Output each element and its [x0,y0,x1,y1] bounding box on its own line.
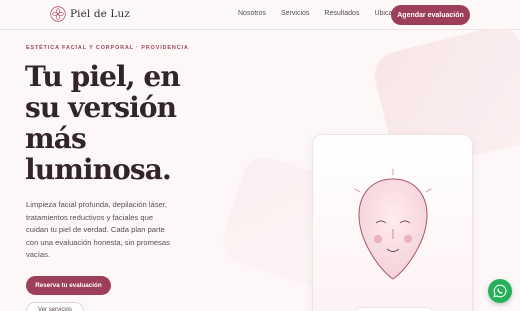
whatsapp-button[interactable] [488,279,512,303]
nav-item-resultados[interactable]: Resultados [324,10,359,17]
book-evaluation-button[interactable]: Reserva tu evaluación [26,276,111,295]
title-line: Tu piel, en [25,60,181,93]
nav-item-nosotros[interactable]: Nosotros [238,10,266,17]
top-navbar: Piel de Luz Nosotros Servicios Resultado… [0,0,520,30]
hero-description: Limpieza facial profunda, depilación lás… [26,200,170,259]
card-caption-chip [355,307,433,311]
title-line: luminosa. [25,153,172,186]
view-services-button[interactable]: Ver servicios [26,302,84,311]
hero-eyebrow: ESTÉTICA FACIAL Y CORPORAL · PROVIDENCIA [26,45,189,51]
title-line: más [25,122,87,155]
brand[interactable]: Piel de Luz [50,6,130,22]
face-illustration-icon [354,168,432,280]
whatsapp-icon [493,284,507,298]
nav-item-servicios[interactable]: Servicios [281,10,309,17]
hero-illustration-card [312,134,473,311]
schedule-evaluation-button[interactable]: Agendar evaluación [391,5,470,25]
flower-logo-icon [50,6,66,22]
page-title: Tu piel, en su versión más luminosa. [25,61,225,185]
brand-name: Piel de Luz [70,8,130,20]
title-line: su versión [25,91,177,124]
